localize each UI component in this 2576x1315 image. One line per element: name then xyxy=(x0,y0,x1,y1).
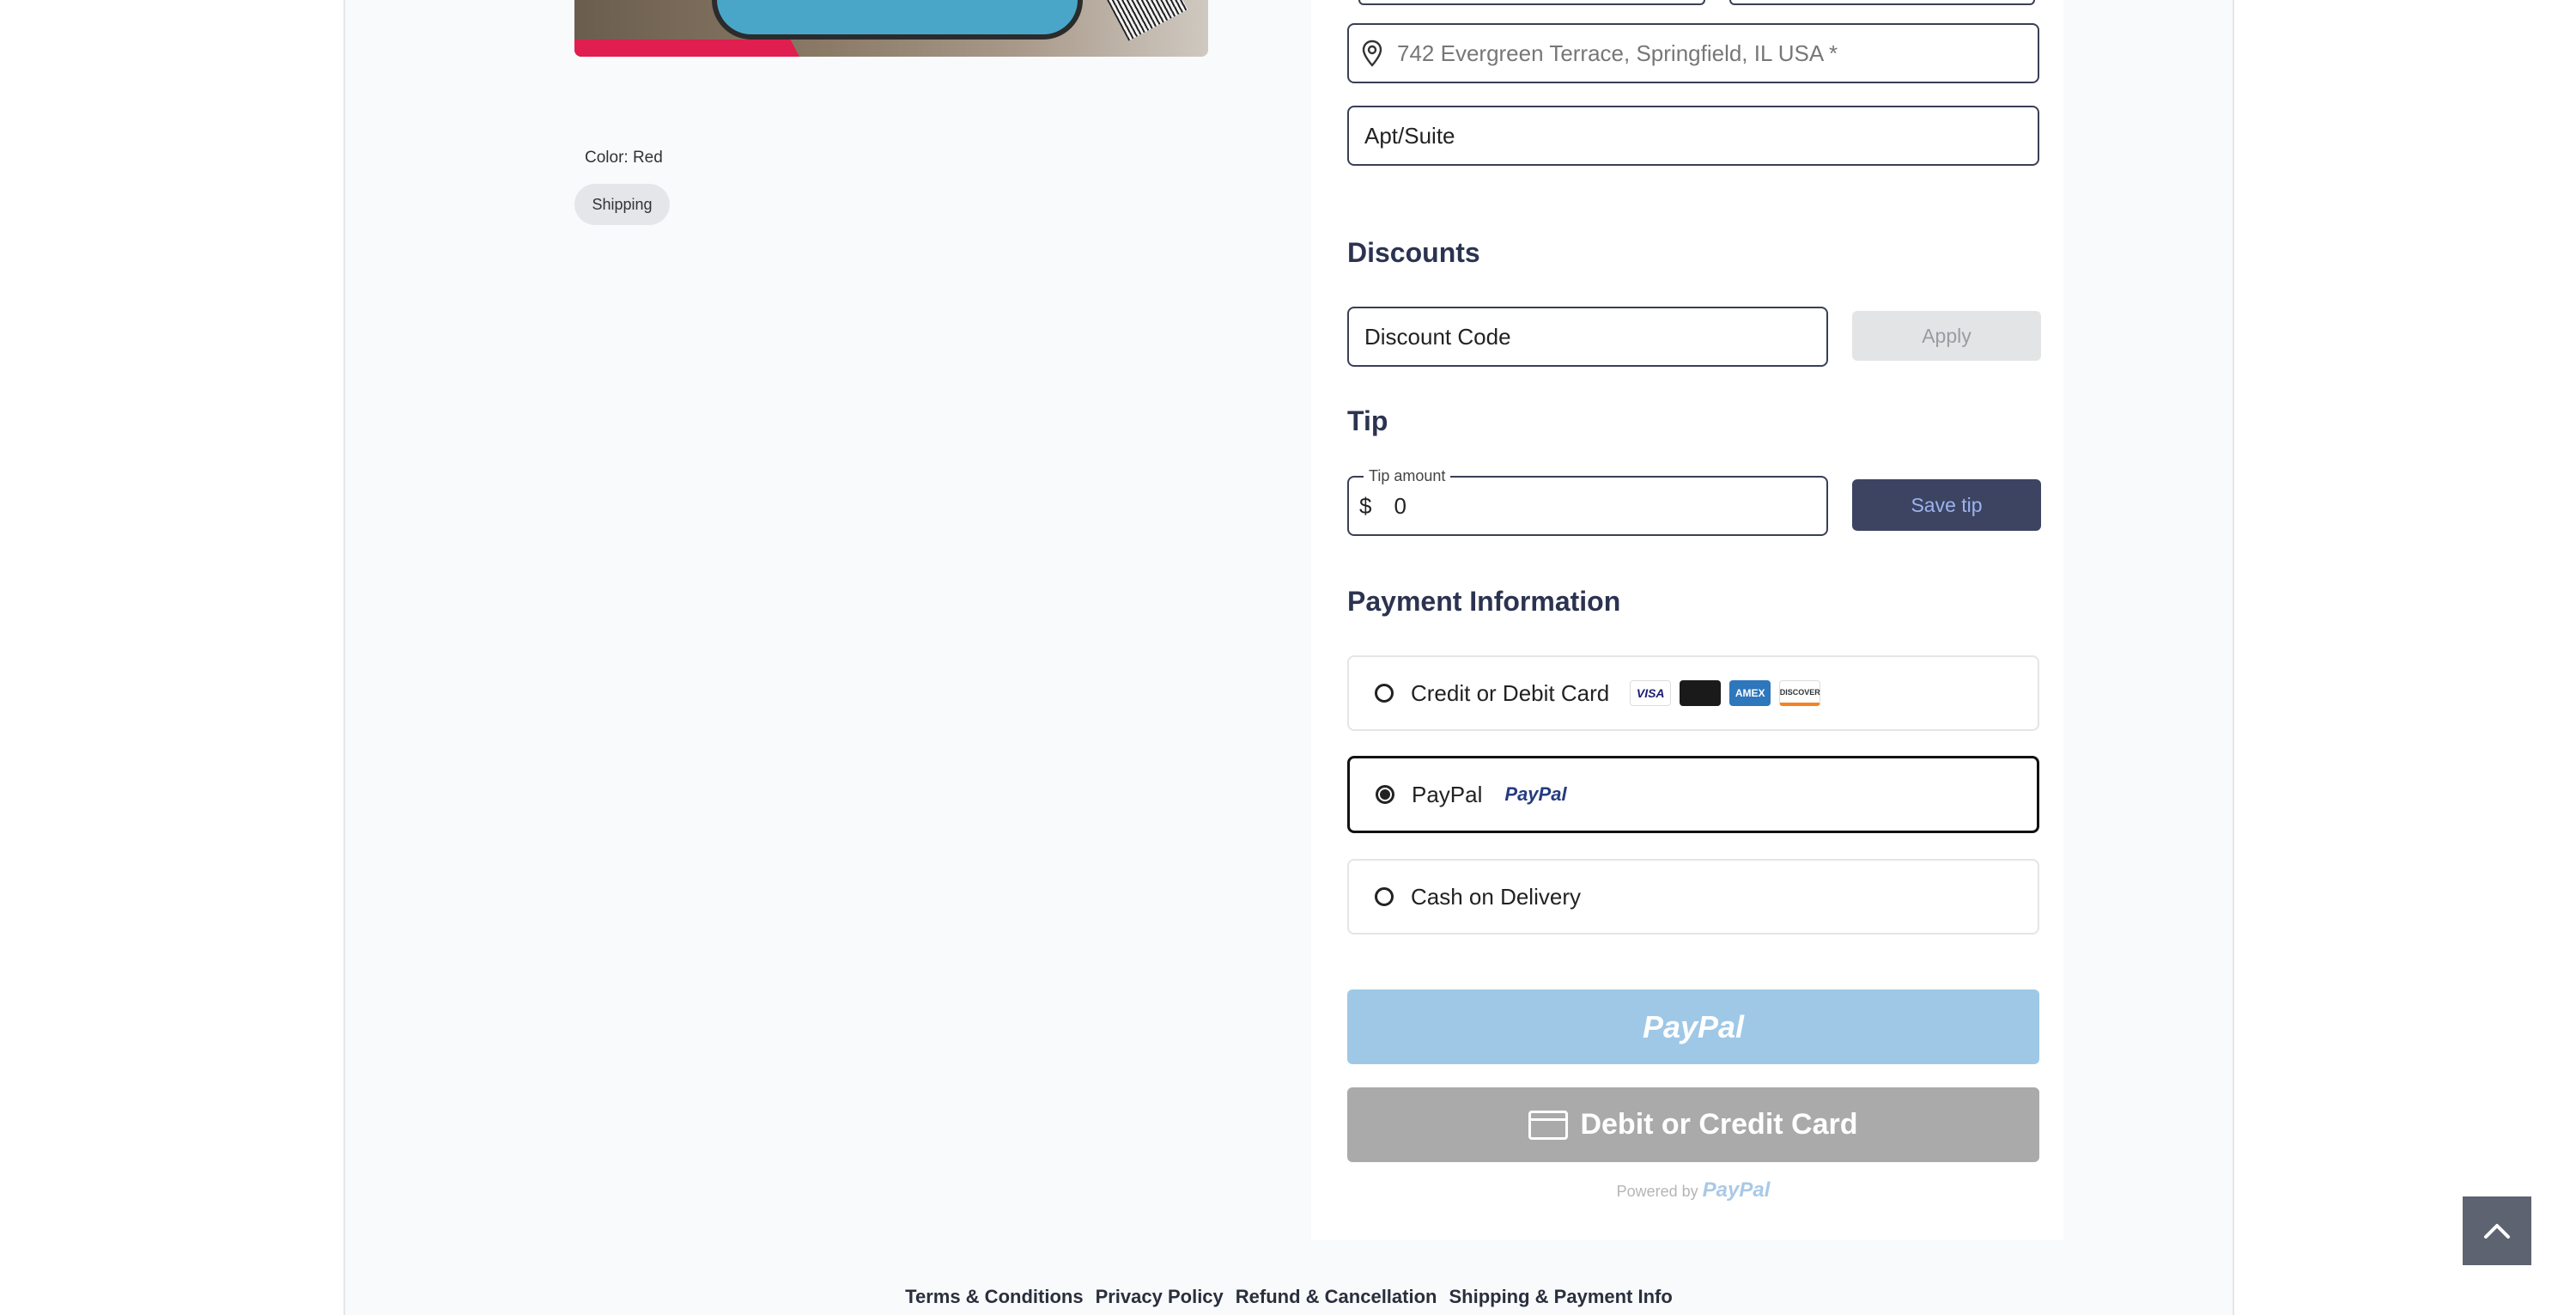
tip-title: Tip xyxy=(1347,405,1388,436)
street-address-placeholder: 742 Evergreen Terrace, Springfield, IL U… xyxy=(1397,40,1838,66)
save-tip-button[interactable]: Save tip xyxy=(1852,479,2041,531)
payment-option-paypal-label: PayPal xyxy=(1412,781,1483,807)
location-pin-icon xyxy=(1361,40,1383,67)
radio-cod[interactable] xyxy=(1375,887,1394,906)
apt-suite-placeholder: Apt/Suite xyxy=(1364,122,1455,149)
radio-card[interactable] xyxy=(1375,684,1394,703)
payment-option-paypal[interactable]: PayPal PayPal xyxy=(1347,756,2039,833)
discounts-title: Discounts xyxy=(1347,237,1480,268)
payment-option-cod[interactable]: Cash on Delivery xyxy=(1347,859,2039,935)
tip-amount-value: 0 xyxy=(1394,492,1406,519)
sale-band xyxy=(574,40,799,57)
discount-code-placeholder: Discount Code xyxy=(1364,323,1511,350)
powered-by-brand: PayPal xyxy=(1702,1178,1771,1202)
payment-option-card-label: Credit or Debit Card xyxy=(1411,679,1610,706)
footer-link-refund[interactable]: Refund & Cancellation xyxy=(1236,1286,1437,1308)
first-name-field-edge[interactable] xyxy=(1358,0,1705,5)
payment-option-cod-label: Cash on Delivery xyxy=(1411,883,1581,910)
product-image xyxy=(574,0,1208,57)
scroll-to-top-button[interactable] xyxy=(2463,1196,2531,1265)
street-address-input[interactable]: 742 Evergreen Terrace, Springfield, IL U… xyxy=(1347,23,2039,83)
amex-logo-icon: AMEX xyxy=(1729,680,1771,706)
footer-link-shipping-payment[interactable]: Shipping & Payment Info xyxy=(1449,1286,1672,1308)
payment-option-card[interactable]: Credit or Debit Card VISA mastercard AME… xyxy=(1347,655,2039,731)
debit-credit-card-label: Debit or Credit Card xyxy=(1580,1108,1858,1141)
paypal-logo-icon: PayPal xyxy=(1504,783,1567,805)
powered-by-paypal: Powered by PayPal xyxy=(1347,1178,2039,1202)
mastercard-logo-icon: mastercard xyxy=(1680,680,1722,706)
paypal-checkout-button[interactable]: PayPal xyxy=(1347,989,2039,1064)
footer-links: Terms & Conditions Privacy Policy Refund… xyxy=(343,1286,2234,1308)
tip-amount-label: Tip amount xyxy=(1364,467,1451,485)
apt-suite-input[interactable]: Apt/Suite xyxy=(1347,106,2039,166)
shipping-pill[interactable]: Shipping xyxy=(574,184,670,225)
powered-by-text: Powered by xyxy=(1616,1183,1698,1200)
chevron-up-icon xyxy=(2482,1221,2512,1240)
radio-paypal[interactable] xyxy=(1376,785,1394,804)
tip-currency-symbol: $ xyxy=(1359,492,1372,519)
card-brand-logos: VISA mastercard AMEX DISCOVER xyxy=(1621,680,1821,706)
last-name-field-edge[interactable] xyxy=(1729,0,2035,5)
apply-discount-button[interactable]: Apply xyxy=(1852,311,2041,361)
discover-logo-icon: DISCOVER xyxy=(1779,680,1821,706)
discount-code-input[interactable]: Discount Code xyxy=(1347,307,1828,367)
debit-credit-card-button[interactable]: Debit or Credit Card xyxy=(1347,1087,2039,1162)
visa-logo-icon: VISA xyxy=(1630,680,1672,706)
footer-link-privacy[interactable]: Privacy Policy xyxy=(1096,1286,1224,1308)
product-color-label: Color: Red xyxy=(585,149,663,167)
footer-link-terms[interactable]: Terms & Conditions xyxy=(905,1286,1083,1308)
payment-information-title: Payment Information xyxy=(1347,586,1621,617)
credit-card-icon xyxy=(1528,1110,1569,1140)
